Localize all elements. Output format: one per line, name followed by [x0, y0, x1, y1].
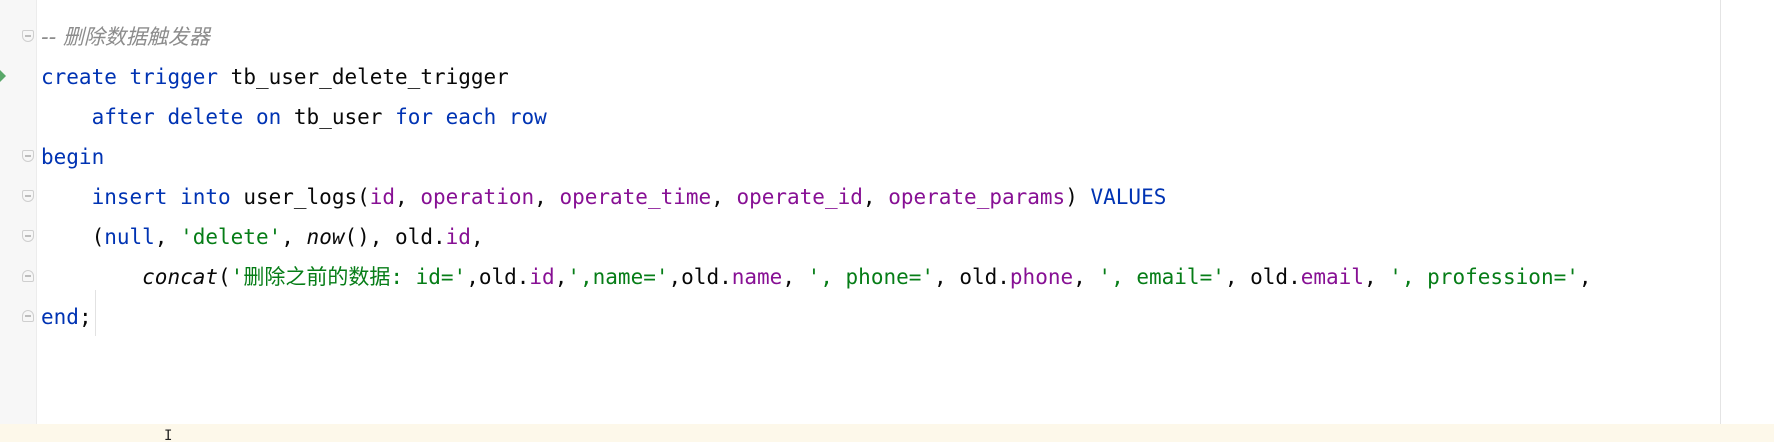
code-token: begin — [41, 145, 105, 169]
code-token: for — [395, 105, 433, 129]
code-token: name — [731, 265, 783, 289]
code-token: , — [862, 185, 889, 209]
code-token: ,old. — [466, 265, 530, 289]
fold-marker-icon[interactable] — [22, 230, 34, 242]
current-line-highlight — [0, 424, 1774, 442]
run-gutter-icon[interactable] — [0, 70, 6, 82]
code-token: , — [281, 225, 307, 249]
code-token: ', profession=' — [1389, 265, 1579, 289]
code-token: ', email=' — [1098, 265, 1225, 289]
fold-marker-icon[interactable] — [22, 30, 34, 42]
code-token: create — [41, 65, 117, 89]
code-line-4[interactable]: begin — [41, 137, 104, 177]
code-token: ', phone=' — [807, 265, 935, 289]
fold-marker-icon[interactable] — [22, 190, 34, 202]
code-token: into — [180, 185, 231, 209]
code-token: id — [369, 185, 396, 209]
code-line-3[interactable]: after delete on tb_user for each row — [41, 97, 547, 137]
code-token: delete — [167, 105, 244, 129]
code-token: VALUES — [1090, 185, 1167, 209]
code-token: ,old. — [668, 265, 732, 289]
code-token: ',name=' — [567, 265, 669, 289]
code-token: email — [1300, 265, 1364, 289]
code-token: ( — [41, 225, 105, 249]
code-token: on — [255, 105, 282, 129]
fold-marker-icon[interactable] — [22, 150, 34, 162]
code-token: tb_user — [281, 105, 396, 129]
code-token: (), old. — [344, 225, 446, 249]
code-token: ; — [78, 305, 92, 329]
code-line-2[interactable]: create trigger tb_user_delete_trigger — [41, 57, 509, 97]
code-token: operate_time — [559, 185, 712, 209]
code-line-8[interactable]: end; — [41, 297, 92, 337]
fold-marker-icon[interactable] — [22, 270, 34, 282]
code-token: , — [1578, 265, 1605, 289]
code-token: '删除之前的数据: id=' — [230, 265, 467, 289]
code-token: row — [508, 105, 547, 129]
right-margin-guide — [1720, 0, 1721, 442]
code-token: tb_user_delete_trigger — [218, 65, 509, 89]
fold-marker-icon[interactable] — [22, 310, 34, 322]
code-token: , old. — [934, 265, 1010, 289]
code-token: operate_params — [888, 185, 1066, 209]
code-token: end — [41, 305, 79, 329]
code-token: , — [395, 185, 421, 209]
code-token: ) — [1065, 185, 1091, 209]
code-token: -- 删除数据触发器 — [41, 25, 210, 49]
code-token: , — [711, 185, 737, 209]
code-line-5[interactable]: insert into user_logs(id, operation, ope… — [41, 177, 1167, 217]
code-line-1[interactable]: -- 删除数据触发器 — [41, 17, 210, 57]
code-token: null — [104, 225, 155, 249]
code-token: , — [534, 185, 560, 209]
code-token: , — [1363, 265, 1390, 289]
code-token: phone — [1009, 265, 1074, 289]
code-token: ( — [218, 265, 231, 289]
code-token: operate_id — [736, 185, 863, 209]
code-token: 'delete' — [180, 225, 282, 249]
code-token: operation — [420, 185, 535, 209]
code-token: , — [782, 265, 808, 289]
code-token: now — [306, 225, 345, 249]
code-token: , — [154, 225, 181, 249]
editor-gutter — [0, 0, 36, 442]
code-token: user_logs( — [230, 185, 370, 209]
code-token: , — [470, 225, 484, 249]
code-line-6[interactable]: (null, 'delete', now(), old.id, — [41, 217, 484, 257]
code-token: , old. — [1224, 265, 1301, 289]
code-token: after — [91, 105, 155, 129]
code-line-7[interactable]: concat('删除之前的数据: id=',old.id,',name=',ol… — [41, 257, 1604, 297]
code-token: trigger — [129, 65, 219, 89]
code-token: , — [554, 265, 568, 289]
code-token: each — [445, 105, 497, 129]
code-token: concat — [142, 265, 219, 289]
code-token: insert — [91, 185, 168, 209]
code-token: id — [445, 225, 471, 249]
code-token: id — [529, 265, 555, 289]
gutter-divider — [36, 0, 37, 442]
text-cursor-icon: I — [164, 429, 172, 443]
code-token: , — [1073, 265, 1099, 289]
